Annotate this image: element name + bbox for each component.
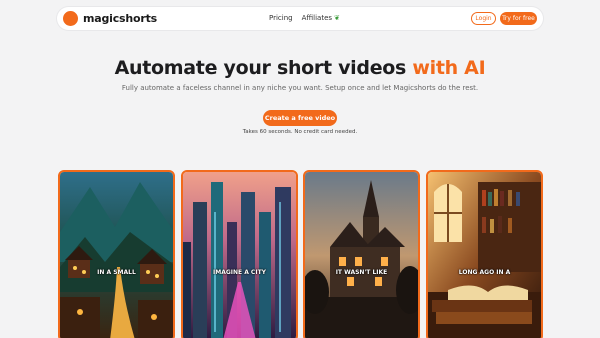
hero-title-accent: with AI: [412, 57, 486, 79]
nav-link-pricing[interactable]: Pricing: [269, 14, 293, 22]
logo-icon: [63, 11, 78, 26]
nav-link-affiliates-label: Affiliates: [301, 14, 333, 22]
video-thumbnail-village: [60, 172, 173, 338]
brand-logo[interactable]: magicshorts: [63, 11, 157, 26]
video-card-4[interactable]: LONG AGO IN A: [426, 170, 543, 338]
hero-title: Automate your short videos with AI: [0, 57, 600, 79]
top-navbar: magicshorts Pricing Affiliates ❦ Login Tr…: [57, 7, 543, 30]
hero-subtitle: Fully automate a faceless channel in any…: [121, 84, 479, 92]
video-card-1[interactable]: IN A SMALL: [58, 170, 175, 338]
leaf-icon: ❦: [334, 14, 340, 22]
video-thumbnail-house: [305, 172, 418, 338]
brand-name: magicshorts: [83, 12, 158, 25]
card-caption: IN A SMALL: [97, 269, 136, 276]
card-caption: IMAGINE A CITY: [212, 269, 267, 276]
cta-note: Takes 60 seconds. No credit card needed.: [242, 129, 358, 135]
nav-links: Pricing Affiliates ❦: [269, 14, 349, 22]
card-caption: IT WASN'T LIKE: [335, 269, 388, 276]
nav-link-affiliates[interactable]: Affiliates ❦: [302, 14, 340, 22]
login-button[interactable]: Login: [471, 12, 496, 25]
try-for-free-button[interactable]: Try for free: [500, 12, 537, 25]
video-thumbnail-library: [428, 172, 541, 338]
video-thumbnail-city: [183, 172, 296, 338]
video-card-3[interactable]: IT WASN'T LIKE: [303, 170, 420, 338]
create-free-video-button[interactable]: Create a free video: [263, 110, 337, 126]
hero-title-main: Automate your short videos: [114, 57, 407, 79]
card-caption: LONG AGO IN A: [458, 269, 511, 276]
video-card-2[interactable]: IMAGINE A CITY: [181, 170, 298, 338]
